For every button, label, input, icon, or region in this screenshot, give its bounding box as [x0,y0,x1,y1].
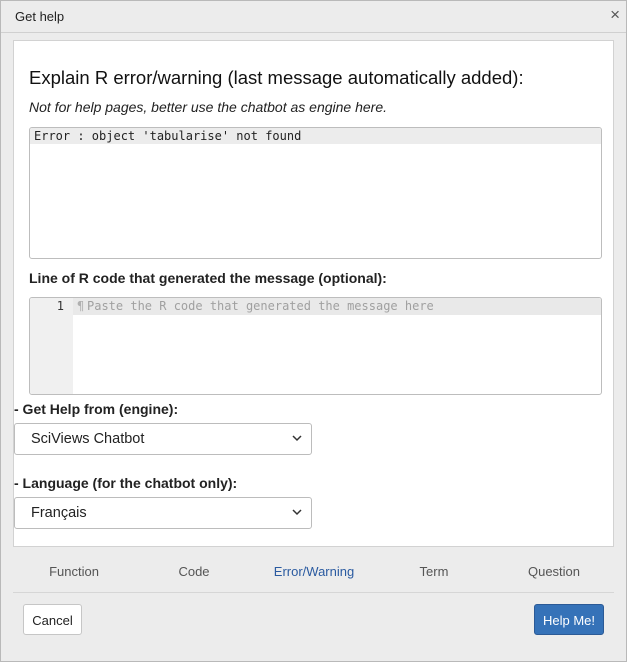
tab-term[interactable]: Term [420,564,449,579]
dialog-titlebar: Get help × [1,1,626,33]
language-select[interactable]: Français [14,497,312,529]
get-help-dialog: Get help × Explain R error/warning (last… [0,0,627,662]
help-me-button[interactable]: Help Me! [534,604,604,635]
help-me-button-label: Help Me! [542,613,596,628]
code-field-label: Line of R code that generated the messag… [29,270,387,286]
help-mode-tabs: Function Code Error/Warning Term Questio… [13,558,614,586]
error-message-editor[interactable]: Error : object 'tabularise' not found [29,127,602,259]
tab-code[interactable]: Code [178,564,209,579]
engine-label: - Get Help from (engine): [14,401,179,417]
pilcrow-icon: ¶ [77,299,85,313]
divider [13,592,614,593]
tab-question[interactable]: Question [528,564,580,579]
r-code-editor[interactable]: 1 ¶ Paste the R code that generated the … [29,297,602,395]
engine-selected-value: SciViews Chatbot [31,431,145,447]
code-placeholder: Paste the R code that generated the mess… [87,299,434,313]
close-icon[interactable]: × [610,5,620,25]
cancel-button[interactable]: Cancel [23,604,82,635]
dialog-title: Get help [15,9,65,24]
chevron-down-icon [292,509,302,516]
cancel-button-label: Cancel [32,613,73,628]
chevron-down-icon [292,435,302,442]
language-label: - Language (for the chatbot only): [14,475,238,491]
tab-error-warning[interactable]: Error/Warning [274,564,354,579]
dialog-content: Explain R error/warning (last message au… [13,40,614,547]
engine-select[interactable]: SciViews Chatbot [14,423,312,455]
subtitle-note: Not for help pages, better use the chatb… [29,99,388,115]
error-message-line: Error : object 'tabularise' not found [30,128,601,144]
language-selected-value: Français [31,505,87,521]
line-number-gutter: 1 [30,298,73,394]
tab-function[interactable]: Function [49,564,99,579]
page-title: Explain R error/warning (last message au… [29,67,524,88]
line-number: 1 [56,299,64,313]
